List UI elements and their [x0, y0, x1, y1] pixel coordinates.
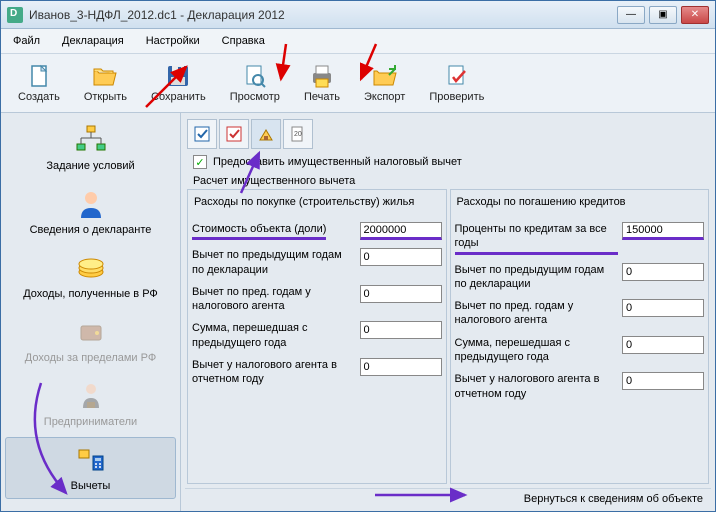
- field-prev-decl: Вычет по предыдущим годам по декларации: [192, 248, 442, 277]
- toolbar: Создать Открыть Сохранить Просмотр Печат…: [1, 54, 715, 113]
- toolbar-create[interactable]: Создать: [7, 58, 71, 108]
- icon-row: 20: [185, 117, 711, 151]
- sidebar: Задание условий Сведения о декларанте До…: [1, 113, 181, 511]
- sidebar-income-foreign[interactable]: Доходы за пределами РФ: [5, 309, 176, 371]
- input-r-carryover[interactable]: [622, 336, 704, 354]
- right-col-title: Расходы по погашению кредитов: [455, 194, 705, 214]
- input-interest[interactable]: [622, 222, 704, 240]
- money-icon: [75, 252, 107, 284]
- app-window: Иванов_3-НДФЛ_2012.dc1 - Декларация 2012…: [0, 0, 716, 512]
- icon-btn-4[interactable]: 20: [283, 119, 313, 149]
- close-button[interactable]: ✕: [681, 6, 709, 24]
- input-r-prev-agent[interactable]: [622, 299, 704, 317]
- main-area: Задание условий Сведения о декларанте До…: [1, 113, 715, 511]
- toolbar-check[interactable]: Проверить: [418, 58, 495, 108]
- field-cost: Стоимость объекта (доли): [192, 222, 442, 240]
- icon-btn-1[interactable]: [187, 119, 217, 149]
- check-icon: [443, 63, 471, 89]
- icon-btn-3[interactable]: [251, 119, 281, 149]
- section-title: Расчет имущественного вычета: [185, 173, 711, 189]
- checkbox-row: ✓ Предоставить имущественный налоговый в…: [185, 151, 711, 173]
- window-controls: — ▣ ✕: [617, 6, 709, 24]
- printer-icon: [308, 63, 336, 89]
- field-r-prev-agent: Вычет по пред. годам у налогового агента: [455, 299, 705, 328]
- field-r-agent-year: Вычет у налогового агента в отчетном год…: [455, 372, 705, 401]
- deduction-checkbox[interactable]: ✓: [193, 155, 207, 169]
- sidebar-conditions[interactable]: Задание условий: [5, 117, 176, 179]
- input-carryover[interactable]: [360, 321, 442, 339]
- sidebar-entrepreneurs[interactable]: Предприниматели: [5, 373, 176, 435]
- toolbar-save[interactable]: Сохранить: [140, 58, 217, 108]
- person-icon: [75, 188, 107, 220]
- input-agent-year[interactable]: [360, 358, 442, 376]
- folder-open-icon: [91, 63, 119, 89]
- svg-text:20: 20: [294, 131, 302, 138]
- field-interest: Проценты по кредитам за все годы: [455, 222, 705, 255]
- toolbar-export[interactable]: Экспорт: [353, 58, 416, 108]
- titlebar: Иванов_3-НДФЛ_2012.dc1 - Декларация 2012…: [1, 1, 715, 29]
- left-col-title: Расходы по покупке (строительству) жилья: [192, 194, 442, 214]
- menu-declaration[interactable]: Декларация: [58, 33, 128, 49]
- window-title: Иванов_3-НДФЛ_2012.dc1 - Декларация 2012: [29, 8, 617, 22]
- field-r-prev-decl: Вычет по предыдущим годам по декларации: [455, 263, 705, 292]
- maximize-button[interactable]: ▣: [649, 6, 677, 24]
- export-icon: [371, 63, 399, 89]
- menu-settings[interactable]: Настройки: [142, 33, 204, 49]
- file-new-icon: [25, 63, 53, 89]
- menu-file[interactable]: Файл: [9, 33, 44, 49]
- sidebar-deductions[interactable]: Вычеты: [5, 437, 176, 499]
- field-r-carryover: Сумма, перешедшая с предыдущего года: [455, 336, 705, 365]
- right-column: Расходы по погашению кредитов Проценты п…: [450, 189, 710, 484]
- wallet-icon: [75, 316, 107, 348]
- disk-icon: [164, 63, 192, 89]
- field-agent-year: Вычет у налогового агента в отчетном год…: [192, 358, 442, 387]
- two-columns: Расходы по покупке (строительству) жилья…: [185, 189, 711, 484]
- sidebar-declarant[interactable]: Сведения о декларанте: [5, 181, 176, 243]
- app-icon: [7, 7, 23, 23]
- calc-icon: [75, 444, 107, 476]
- content-area: 20 ✓ Предоставить имущественный налоговы…: [181, 113, 715, 511]
- toolbar-print[interactable]: Печать: [293, 58, 351, 108]
- field-prev-agent: Вычет по пред. годам у налогового агента: [192, 285, 442, 314]
- minimize-button[interactable]: —: [617, 6, 645, 24]
- bizman-icon: [75, 380, 107, 412]
- input-r-prev-decl[interactable]: [622, 263, 704, 281]
- checkbox-label: Предоставить имущественный налоговый выч…: [213, 156, 462, 168]
- sidebar-income-rf[interactable]: Доходы, полученные в РФ: [5, 245, 176, 307]
- icon-btn-2[interactable]: [219, 119, 249, 149]
- tree-icon: [75, 124, 107, 156]
- input-cost[interactable]: [360, 222, 442, 240]
- input-prev-decl[interactable]: [360, 248, 442, 266]
- menubar: Файл Декларация Настройки Справка: [1, 29, 715, 54]
- toolbar-preview[interactable]: Просмотр: [219, 58, 291, 108]
- left-column: Расходы по покупке (строительству) жилья…: [187, 189, 447, 484]
- toolbar-open[interactable]: Открыть: [73, 58, 138, 108]
- menu-help[interactable]: Справка: [218, 33, 269, 49]
- input-r-agent-year[interactable]: [622, 372, 704, 390]
- back-link[interactable]: Вернуться к сведениям об объекте: [185, 488, 711, 507]
- input-prev-agent[interactable]: [360, 285, 442, 303]
- field-carryover: Сумма, перешедшая с предыдущего года: [192, 321, 442, 350]
- preview-icon: [241, 63, 269, 89]
